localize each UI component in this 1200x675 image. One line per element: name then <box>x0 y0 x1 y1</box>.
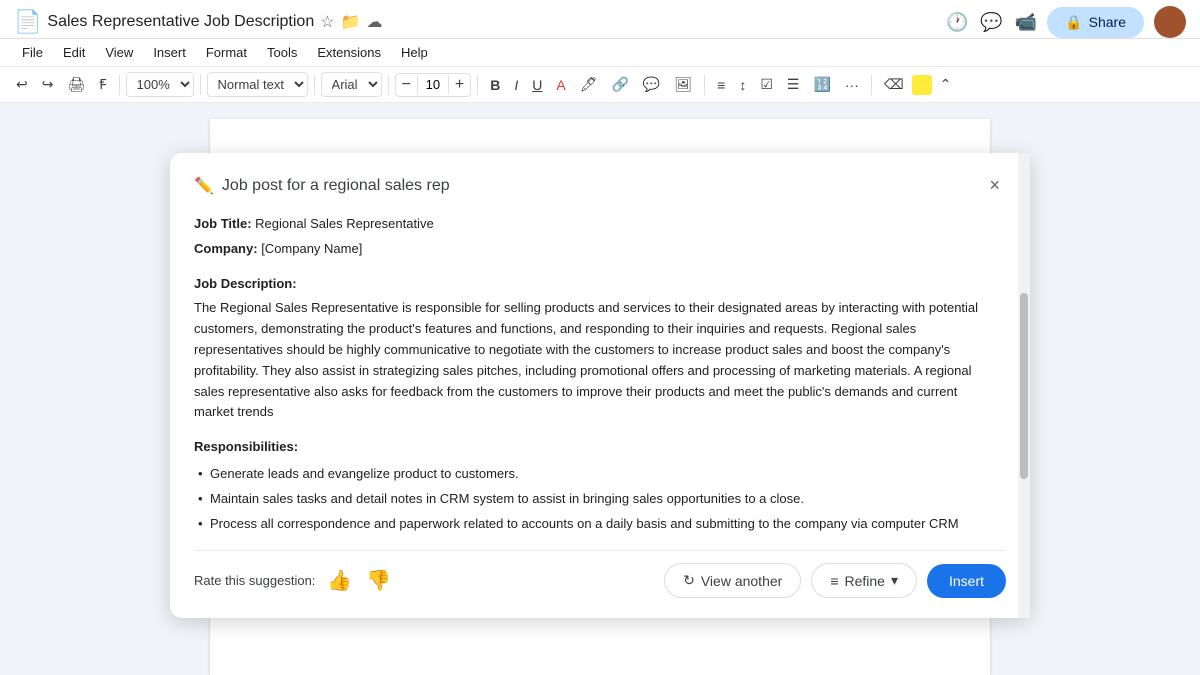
thumbs-down-button[interactable]: 👎 <box>364 566 393 595</box>
menu-extensions[interactable]: Extensions <box>309 41 389 64</box>
clear-format-button[interactable]: ⌫ <box>878 72 910 97</box>
doc-area: ✏️ Job post for a regional sales rep × J… <box>0 103 1200 675</box>
separator-1 <box>119 75 120 95</box>
doc-title: Sales Representative Job Description <box>47 13 314 31</box>
font-size-decrease[interactable]: − <box>396 74 417 96</box>
job-desc-text: The Regional Sales Representative is res… <box>194 298 998 423</box>
separator-5 <box>477 75 478 95</box>
italic-button[interactable]: I <box>508 73 524 97</box>
dialog-footer: Rate this suggestion: 👍 👎 ↻ View another… <box>194 550 1006 598</box>
company-field: Company: [Company Name] <box>194 239 998 260</box>
job-title-field: Job Title: Regional Sales Representative <box>194 214 998 235</box>
menu-edit[interactable]: Edit <box>55 41 93 64</box>
title-bar: 📄 Sales Representative Job Description ☆… <box>0 0 1200 39</box>
cloud-icon[interactable]: ☁ <box>366 12 382 32</box>
menu-view[interactable]: View <box>97 41 141 64</box>
job-desc-label: Job Description: <box>194 274 998 295</box>
responsibilities-label: Responsibilities: <box>194 437 998 458</box>
company-value: [Company Name] <box>261 241 362 256</box>
ai-dialog: ✏️ Job post for a regional sales rep × J… <box>170 153 1030 618</box>
separator-3 <box>314 75 315 95</box>
collapse-button[interactable]: ⌃ <box>934 72 958 97</box>
redo-button[interactable]: ↪ <box>36 72 60 97</box>
print-button[interactable]: 🖨 <box>61 72 91 97</box>
doc-icon: 📄 <box>14 9 41 35</box>
menu-file[interactable]: File <box>14 41 51 64</box>
align-button[interactable]: ≡ <box>711 73 731 97</box>
thumbs-up-button[interactable]: 👍 <box>325 566 354 595</box>
dialog-title-text: Job post for a regional sales rep <box>222 177 450 195</box>
bullet-item-1: Generate leads and evangelize product to… <box>194 464 998 485</box>
bullet-item-3: Process all correspondence and paperwork… <box>194 514 998 534</box>
company-label: Company: <box>194 241 258 256</box>
font-size-increase[interactable]: + <box>449 74 470 96</box>
separator-6 <box>704 75 705 95</box>
toolbar: ↩ ↪ 🖨 Ꞙ 100% Normal text Arial − + B I U… <box>0 67 1200 103</box>
bullets-list: Generate leads and evangelize product to… <box>194 464 998 534</box>
view-another-button[interactable]: ↻ View another <box>664 563 801 598</box>
job-title-value: Regional Sales Representative <box>255 216 434 231</box>
close-dialog-button[interactable]: × <box>983 173 1006 198</box>
refresh-icon: ↻ <box>683 572 695 589</box>
menu-tools[interactable]: Tools <box>259 41 305 64</box>
text-style-select[interactable]: Normal text <box>207 72 308 97</box>
share-button[interactable]: 🔒 Share <box>1047 7 1144 38</box>
text-color-button[interactable]: A <box>550 73 571 97</box>
dialog-header: ✏️ Job post for a regional sales rep × <box>194 173 1006 198</box>
undo-button[interactable]: ↩ <box>10 72 34 97</box>
avatar[interactable] <box>1154 6 1186 38</box>
menu-format[interactable]: Format <box>198 41 255 64</box>
chevron-down-icon: ▾ <box>891 572 898 589</box>
highlight-button[interactable]: 🖊 <box>574 72 604 97</box>
bold-button[interactable]: B <box>484 73 506 97</box>
scrollbar-track[interactable] <box>1018 153 1030 618</box>
footer-actions: ↻ View another ≡ Refine ▾ Insert <box>664 563 1006 598</box>
numbered-list-button[interactable]: 🔢 <box>807 72 836 97</box>
scrollbar-thumb[interactable] <box>1020 293 1028 479</box>
job-title-label: Job Title: <box>194 216 252 231</box>
font-size-input[interactable] <box>417 75 449 94</box>
zoom-select[interactable]: 100% <box>126 72 194 97</box>
separator-4 <box>388 75 389 95</box>
history-icon[interactable]: 🕐 <box>946 12 968 33</box>
lock-icon: 🔒 <box>1065 14 1082 31</box>
dialog-title: ✏️ Job post for a regional sales rep <box>194 176 450 196</box>
share-label: Share <box>1089 14 1126 30</box>
refine-icon: ≡ <box>830 573 838 589</box>
view-another-label: View another <box>701 573 782 589</box>
check-list-button[interactable]: ☑ <box>754 72 779 97</box>
font-family-select[interactable]: Arial <box>321 72 382 97</box>
menu-insert[interactable]: Insert <box>145 41 194 64</box>
title-icons: ☆ 📁 ☁ <box>320 12 382 32</box>
star-icon[interactable]: ☆ <box>320 12 334 32</box>
comment-icon[interactable]: 💬 <box>980 12 1002 33</box>
insert-button[interactable]: Insert <box>927 564 1006 598</box>
line-spacing-button[interactable]: ↕ <box>733 73 752 97</box>
separator-7 <box>871 75 872 95</box>
folder-icon[interactable]: 📁 <box>341 12 361 32</box>
font-size-group: − + <box>395 73 472 97</box>
link-button[interactable]: 🔗 <box>605 72 634 97</box>
menu-bar: File Edit View Insert Format Tools Exten… <box>0 39 1200 67</box>
meet-icon[interactable]: 📹 <box>1015 12 1037 33</box>
highlight-color-button[interactable] <box>912 75 932 95</box>
top-toolbar-icons: 🕐 💬 📹 <box>946 12 1037 33</box>
title-left: 📄 Sales Representative Job Description ☆… <box>14 9 382 35</box>
bullet-item-2: Maintain sales tasks and detail notes in… <box>194 489 998 510</box>
image-button[interactable]: 🖼 <box>668 72 698 97</box>
comment-button[interactable]: 💬 <box>637 72 666 97</box>
separator-2 <box>200 75 201 95</box>
more-button[interactable]: ··· <box>839 73 865 97</box>
spell-check-button[interactable]: Ꞙ <box>93 71 112 98</box>
refine-label: Refine <box>844 573 884 589</box>
title-right: 🕐 💬 📹 🔒 Share <box>946 6 1186 38</box>
content-area: Job Title: Regional Sales Representative… <box>194 214 1006 534</box>
underline-button[interactable]: U <box>526 73 548 97</box>
refine-button[interactable]: ≡ Refine ▾ <box>811 563 917 598</box>
bullet-list-button[interactable]: ☰ <box>781 72 806 97</box>
menu-help[interactable]: Help <box>393 41 436 64</box>
ai-pencil-icon: ✏️ <box>194 176 214 196</box>
rate-section: Rate this suggestion: 👍 👎 <box>194 566 393 595</box>
rate-label: Rate this suggestion: <box>194 573 315 588</box>
